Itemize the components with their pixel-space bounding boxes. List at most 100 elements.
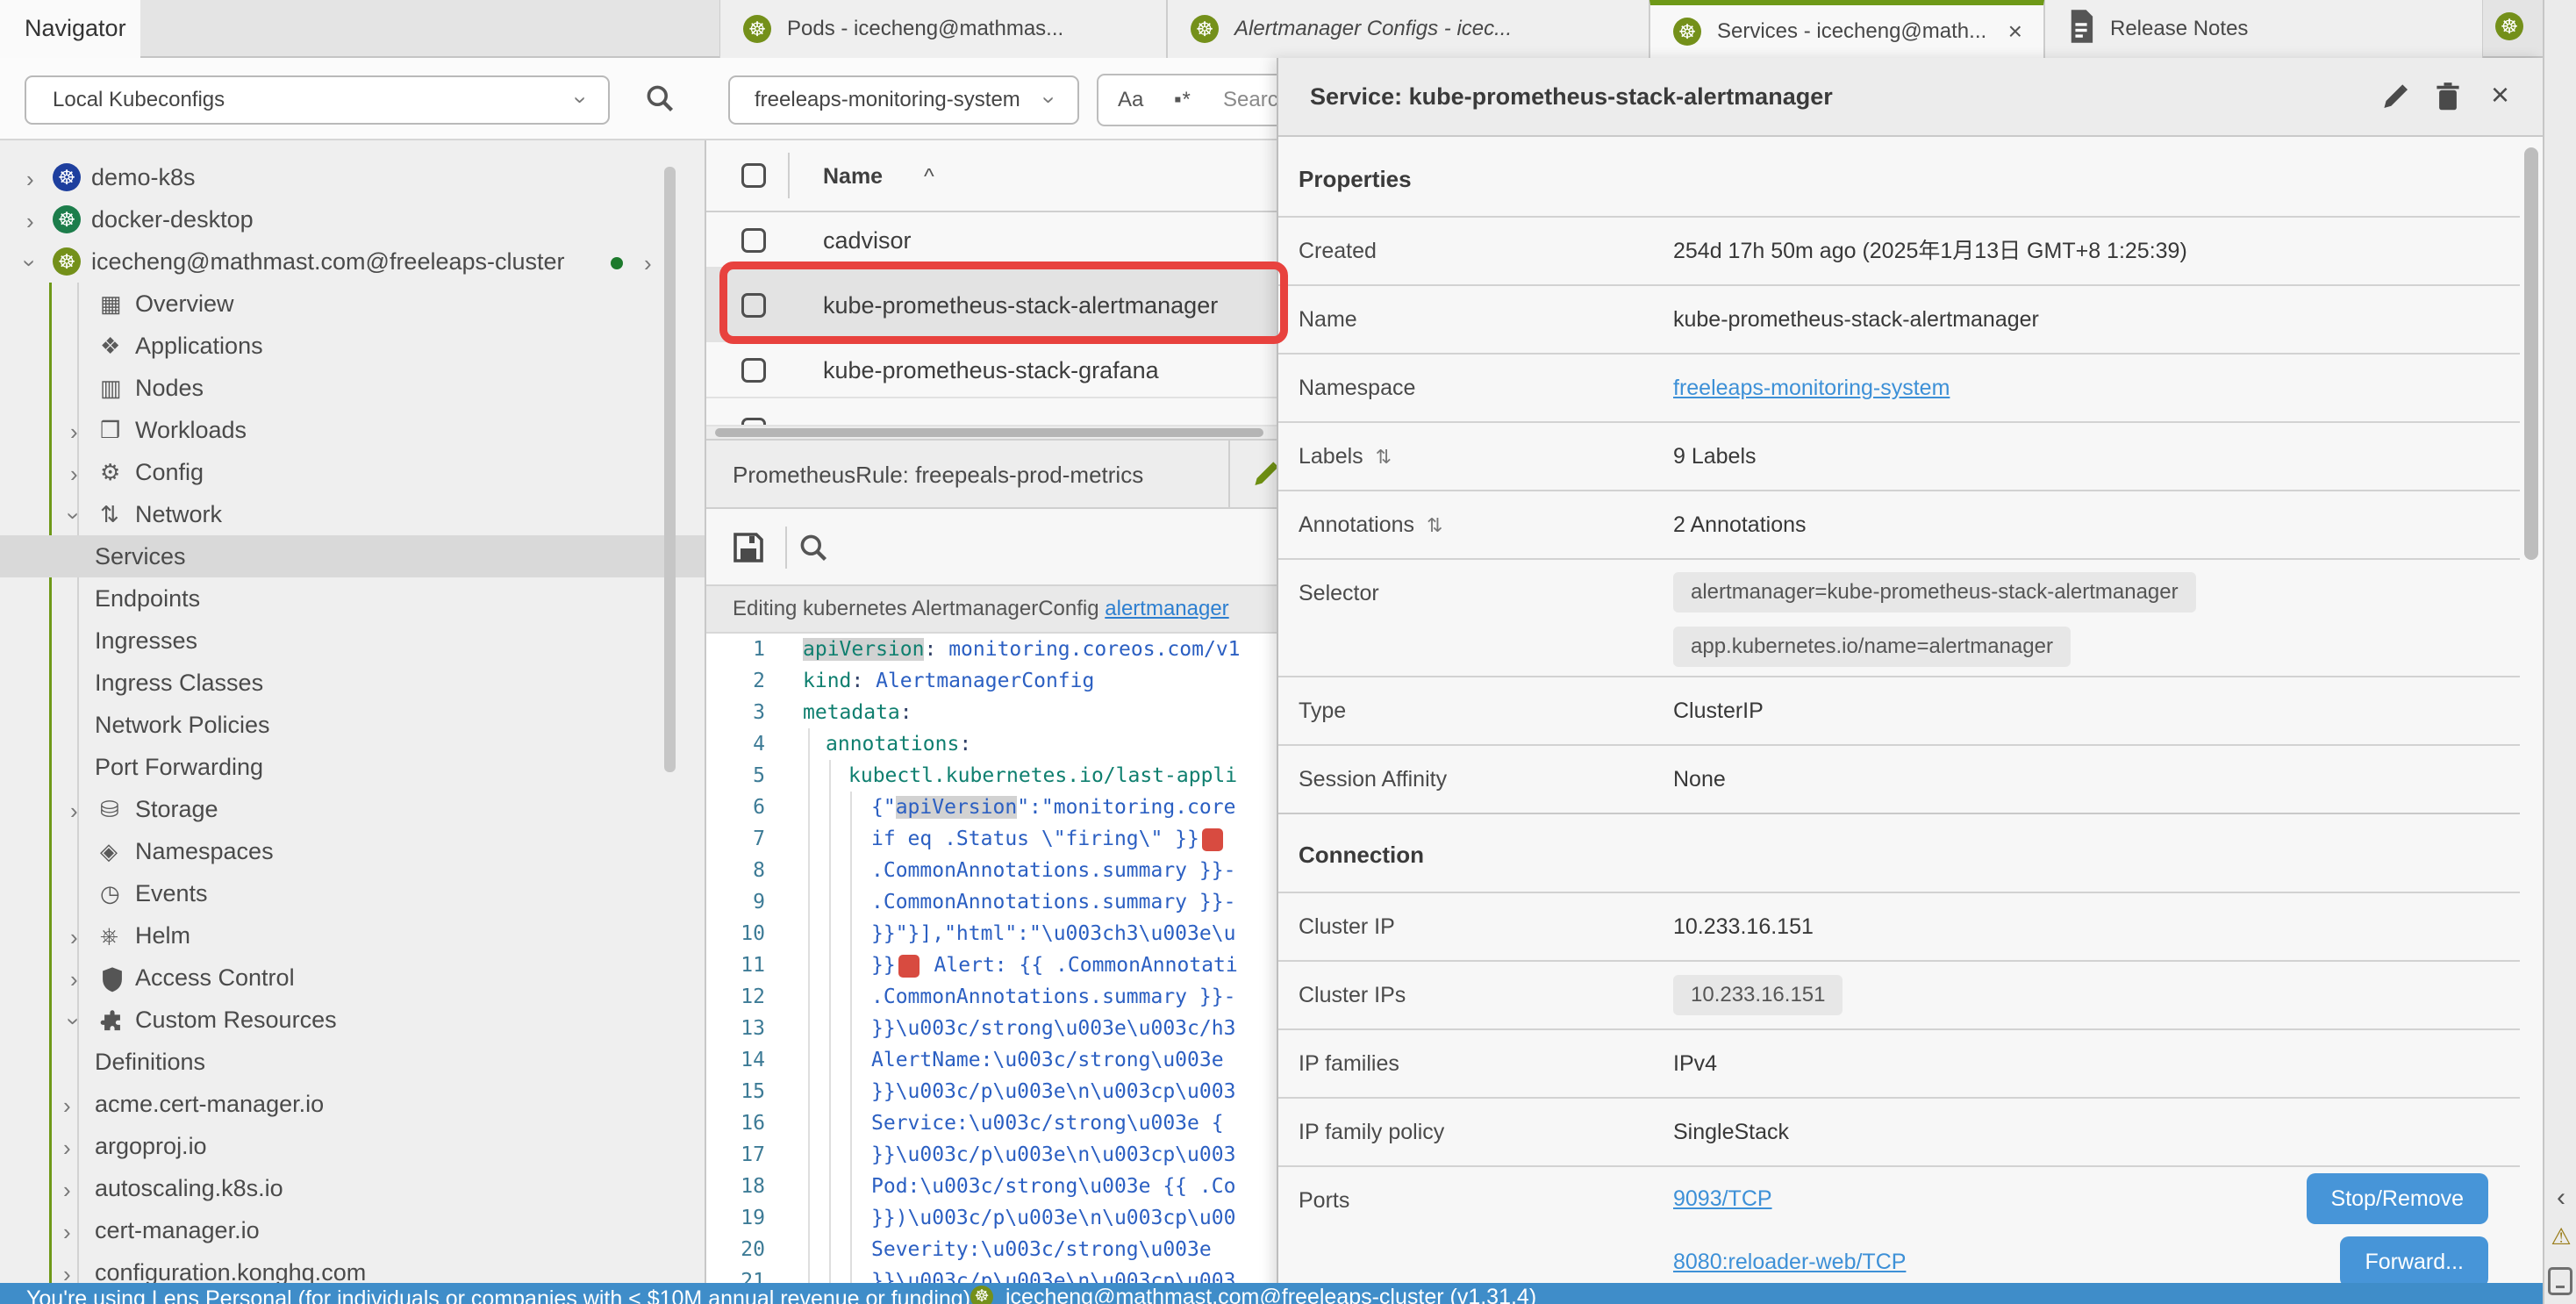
sidebar-item-config[interactable]: ›⚙Config: [0, 451, 705, 493]
line-number: 2: [706, 665, 765, 697]
row-checkbox[interactable]: [741, 358, 766, 383]
sidebar-item-port-forwarding[interactable]: Port Forwarding: [0, 746, 705, 788]
sidebar-item-namespaces[interactable]: ◈Namespaces: [0, 830, 705, 872]
sidebar-item-argoproj-io[interactable]: ›argoproj.io: [0, 1125, 705, 1167]
port-link[interactable]: 9093/TCP: [1673, 1167, 1772, 1230]
chevron-down-icon[interactable]: ›: [51, 512, 97, 520]
row-checkbox[interactable]: [741, 228, 766, 253]
chevron-right-icon[interactable]: ›: [644, 240, 652, 286]
chevron-right-icon[interactable]: ›: [70, 409, 78, 455]
scrollbar-thumb[interactable]: [715, 428, 1263, 437]
chevron-right-icon[interactable]: ›: [70, 957, 78, 1002]
sidebar-item-helm[interactable]: ›⎈Helm: [0, 914, 705, 957]
code-token: .CommonAnnotations.summary }}-: [871, 859, 1235, 882]
delete-trash-icon[interactable]: [2432, 81, 2464, 117]
expand-toggle-icon[interactable]: ⇅: [1376, 446, 1392, 468]
code-token: .CommonAnnotations.summary }}-: [871, 891, 1235, 914]
license-notice: You're using Lens Personal (for individu…: [26, 1286, 970, 1304]
chevron-right-icon[interactable]: ›: [63, 1125, 71, 1171]
sidebar-item-definitions[interactable]: Definitions: [0, 1041, 705, 1083]
line-number: 21: [706, 1265, 765, 1283]
banner-resource-link[interactable]: alertmanager: [1105, 597, 1228, 620]
chevron-right-icon[interactable]: ›: [70, 451, 78, 497]
sidebar-search-icon[interactable]: [644, 82, 676, 118]
code-token: AlertmanagerConfig: [876, 670, 1094, 692]
tab-alertmanager-configs-icec-[interactable]: ☸Alertmanager Configs - icec...: [1167, 0, 1649, 58]
expand-toggle-icon[interactable]: ⇅: [1427, 514, 1442, 536]
select-all-checkbox[interactable]: [741, 163, 766, 188]
chevron-right-icon[interactable]: ›: [26, 156, 34, 202]
close-icon[interactable]: ×: [2491, 79, 2509, 111]
sidebar-item-workloads[interactable]: ›❒Workloads: [0, 409, 705, 451]
drawer-section-properties: PropertiesCreated254d 17h 50m ago (2025年…: [1278, 139, 2520, 813]
drawer-row-name: Namekube-prometheus-stack-alertmanager: [1278, 284, 2520, 353]
sidebar-item-acme-cert-manager-io[interactable]: ›acme.cert-manager.io: [0, 1083, 705, 1125]
sidebar-item-endpoints[interactable]: Endpoints: [0, 577, 705, 620]
stop-remove-button[interactable]: Stop/Remove: [2307, 1173, 2488, 1224]
sidebar-item-services[interactable]: Services: [0, 535, 705, 577]
warning-icon[interactable]: ⚠: [2544, 1223, 2576, 1250]
row-label: Annotations⇅: [1299, 491, 1442, 559]
close-tab-icon[interactable]: ×: [2008, 18, 2022, 46]
drawer-scrollbar[interactable]: [2524, 147, 2538, 560]
row-checkbox[interactable]: [741, 418, 766, 426]
row-value: 9 Labels: [1673, 423, 2511, 490]
chevron-right-icon[interactable]: ›: [26, 198, 34, 244]
tab-services-icecheng-math-[interactable]: ☸Services - icecheng@math...×: [1649, 0, 2044, 58]
kubeconfig-select[interactable]: Local Kubeconfigs ›: [25, 75, 610, 125]
sidebar-scrollbar[interactable]: [664, 167, 676, 772]
right-rail: ‹ ⚠: [2543, 0, 2576, 1304]
forward-button[interactable]: Forward...: [2340, 1236, 2488, 1287]
k8s-cluster-icon: ☸: [53, 247, 81, 276]
sidebar-item-ingress-classes[interactable]: Ingress Classes: [0, 662, 705, 704]
chevron-right-icon[interactable]: ›: [63, 1209, 71, 1255]
code-token: Service:\u003c/strong\u003e {: [871, 1112, 1224, 1135]
name-column-header[interactable]: Name: [823, 140, 883, 212]
catalog-k8s-icon[interactable]: ☸: [2495, 12, 2523, 40]
regex-toggle[interactable]: ▪*: [1174, 75, 1191, 125]
line-number: 10: [706, 918, 765, 949]
tab-release-notes[interactable]: Release Notes: [2044, 0, 2483, 58]
save-icon[interactable]: [731, 530, 766, 570]
chevron-right-icon[interactable]: ›: [70, 914, 78, 960]
sidebar-item-access-control[interactable]: ›Access Control: [0, 957, 705, 999]
chevron-down-icon[interactable]: ›: [7, 260, 53, 268]
sidebar-item-cert-manager-io[interactable]: ›cert-manager.io: [0, 1209, 705, 1251]
tab-pods-icecheng-mathmas-[interactable]: ☸Pods - icecheng@mathmas...: [719, 0, 1167, 58]
sidebar-item-nodes[interactable]: ▥Nodes: [0, 367, 705, 409]
chevron-right-icon[interactable]: ›: [63, 1167, 71, 1213]
sidebar-item-events[interactable]: ◷Events: [0, 872, 705, 914]
sidebar-item-label: Ingress Classes: [95, 662, 263, 704]
chevron-right-icon[interactable]: ›: [70, 788, 78, 834]
edit-pencil-icon[interactable]: [2379, 81, 2411, 117]
chevron-right-icon[interactable]: ›: [63, 1083, 71, 1128]
status-bar: You're using Lens Personal (for individu…: [0, 1283, 2543, 1304]
sort-ascending-icon[interactable]: ^: [924, 140, 934, 212]
row-value: IPv4: [1673, 1030, 2511, 1097]
sidebar-item-icecheng-mathmast-com-freeleaps-cluster[interactable]: ›☸icecheng@mathmast.com@freeleaps-cluste…: [0, 240, 705, 283]
namespace-select[interactable]: freeleaps-monitoring-system ›: [728, 75, 1079, 125]
code-token: :: [851, 670, 876, 692]
sidebar-item-ingresses[interactable]: Ingresses: [0, 620, 705, 662]
sidebar-item-network-policies[interactable]: Network Policies: [0, 704, 705, 746]
terminal-icon[interactable]: [2548, 1267, 2572, 1295]
chevron-down-icon[interactable]: ›: [51, 1018, 97, 1026]
editor-search-icon[interactable]: [798, 532, 829, 568]
sidebar-item-storage[interactable]: ›⛁Storage: [0, 788, 705, 830]
sidebar-item-applications[interactable]: ❖Applications: [0, 325, 705, 367]
sidebar-item-custom-resources[interactable]: ›Custom Resources: [0, 999, 705, 1041]
sidebar-item-docker-desktop[interactable]: ›☸docker-desktop: [0, 198, 705, 240]
row-value: 2 Annotations: [1673, 491, 2511, 558]
match-case-toggle[interactable]: Aa: [1118, 75, 1143, 125]
sidebar-item-label: Workloads: [135, 409, 247, 451]
sidebar-item-network[interactable]: ›⇅Network: [0, 493, 705, 535]
active-cluster-status[interactable]: icecheng@mathmast.com@freeleaps-cluster …: [1005, 1284, 1536, 1304]
collapse-panel-icon[interactable]: ‹: [2544, 1183, 2576, 1213]
sidebar-item-autoscaling-k8s-io[interactable]: ›autoscaling.k8s.io: [0, 1167, 705, 1209]
namespace-select-value: freeleaps-monitoring-system: [755, 77, 1020, 123]
sidebar-item-demo-k8s[interactable]: ›☸demo-k8s: [0, 156, 705, 198]
row-label: Namespace: [1299, 355, 1415, 421]
code-token: kubectl.kubernetes.io/last-appli: [848, 764, 1237, 787]
sidebar-item-overview[interactable]: ▦Overview: [0, 283, 705, 325]
namespace-link[interactable]: freeleaps-monitoring-system: [1673, 376, 1950, 400]
